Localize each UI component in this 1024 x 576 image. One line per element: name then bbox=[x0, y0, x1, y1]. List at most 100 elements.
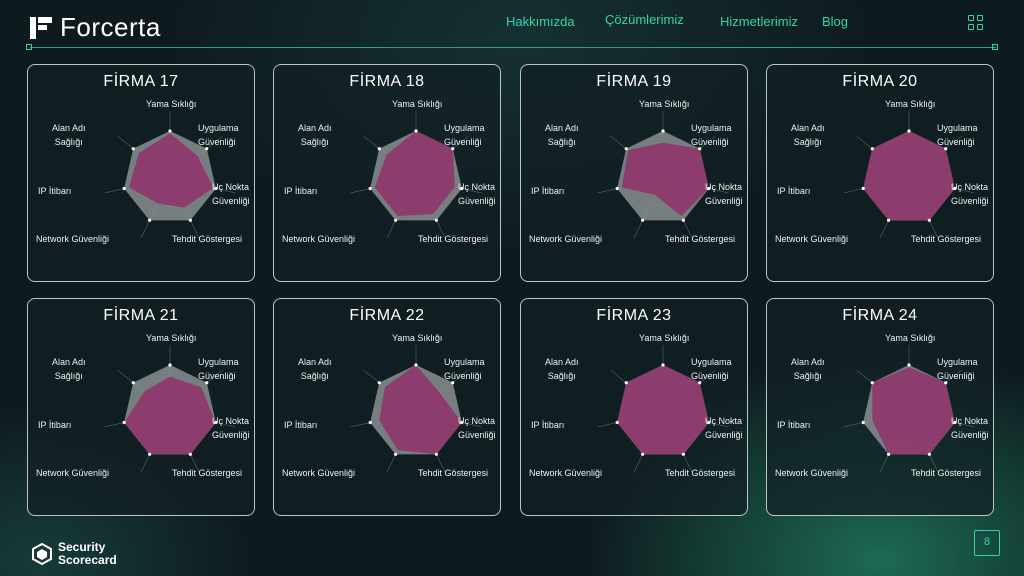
radar-vertex-point bbox=[122, 420, 126, 425]
radar-vertex-point bbox=[148, 218, 152, 222]
radar-vertex-point bbox=[131, 381, 135, 385]
radar-vertex-point bbox=[661, 363, 665, 367]
radar-axis-label-line: Güvenliği bbox=[444, 371, 482, 381]
radar-axis-label: Uç Nokta Güvenliği bbox=[458, 416, 496, 441]
footer-brand-line2: Scorecard bbox=[58, 553, 117, 567]
radar-axis-label: Yama Sıklığı bbox=[146, 99, 196, 110]
radar-vertex-point bbox=[131, 147, 135, 151]
radar-axis-label-line: Alan Adı bbox=[545, 357, 579, 367]
radar-axis-label: Yama Sıklığı bbox=[639, 99, 689, 110]
radar-axis-label-line: IP İtibarı bbox=[38, 186, 72, 196]
radar-axis-label: Tehdit Göstergesi bbox=[665, 468, 735, 479]
radar-axis-label-line: Network Güvenliği bbox=[775, 468, 849, 478]
radar-axis-label: Network Güvenliği bbox=[529, 468, 602, 479]
radar-axis-label-line: Güvenliği bbox=[705, 430, 743, 440]
radar-axis-label: Alan Adı Sağlığı bbox=[791, 357, 825, 382]
radar-axis-label-line: Yama Sıklığı bbox=[392, 333, 443, 343]
radar-axis-label-line: Tehdit Göstergesi bbox=[911, 468, 982, 478]
radar-vertex-point bbox=[907, 129, 911, 133]
radar-axis-label-line: Tehdit Göstergesi bbox=[172, 468, 243, 478]
radar-axis-label: Uç Nokta Güvenliği bbox=[212, 416, 250, 441]
radar-axis-label-line: Tehdit Göstergesi bbox=[665, 234, 736, 244]
radar-axis-label: IP İtibarı bbox=[284, 186, 317, 197]
radar-chart bbox=[104, 345, 236, 473]
radar-axis-label: Tehdit Göstergesi bbox=[172, 468, 242, 479]
radar-axis-label-line: Uygulama bbox=[691, 357, 732, 367]
radar-axis-label: Uç Nokta Güvenliği bbox=[705, 182, 743, 207]
nav-link-blog[interactable]: Blog bbox=[822, 14, 848, 29]
radar-axis-label: Tehdit Göstergesi bbox=[418, 234, 488, 245]
radar-axis-label: Network Güvenliği bbox=[775, 468, 848, 479]
radar-axis-label: Tehdit Göstergesi bbox=[911, 468, 981, 479]
radar-vertex-point bbox=[661, 129, 665, 133]
radar-vertex-point bbox=[887, 218, 891, 222]
radar-vertex-point bbox=[615, 186, 619, 191]
radar-axis-label: IP İtibarı bbox=[38, 186, 71, 197]
radar-axis-label-line: Sağlığı bbox=[547, 137, 576, 147]
radar-axis-label-line: Network Güvenliği bbox=[775, 234, 849, 244]
radar-axis-label: Uç Nokta Güvenliği bbox=[458, 182, 496, 207]
radar-card: FİRMA 18 Yama Sıklığı Uygulama Güvenliği Uç … bbox=[273, 64, 501, 282]
radar-chart bbox=[104, 111, 236, 239]
radar-axis-label-line: Alan Adı bbox=[298, 123, 332, 133]
radar-axis-label: Uygulama Güvenliği bbox=[198, 357, 239, 382]
radar-axis-label: Yama Sıklığı bbox=[885, 99, 935, 110]
radar-axis-label-line: Güvenliği bbox=[198, 137, 236, 147]
radar-vertex-point bbox=[927, 452, 931, 456]
radar-card: FİRMA 21 Yama Sıklığı Uygulama Güvenliği Uç … bbox=[27, 298, 255, 516]
radar-vertex-point bbox=[927, 218, 931, 222]
radar-axis-label: IP İtibarı bbox=[531, 420, 564, 431]
radar-axis-label: Alan Adı Sağlığı bbox=[52, 357, 86, 382]
radar-chart bbox=[843, 111, 975, 239]
nav-link-about[interactable]: Hakkımızda bbox=[506, 14, 575, 29]
radar-axis-label: Alan Adı Sağlığı bbox=[545, 357, 579, 382]
radar-axis-label: Uygulama Güvenliği bbox=[198, 123, 239, 148]
radar-axis-label: IP İtibarı bbox=[284, 420, 317, 431]
radar-chart bbox=[843, 345, 975, 473]
radar-axis-label-line: Güvenliği bbox=[458, 430, 496, 440]
radar-axis-label: Alan Adı Sağlığı bbox=[791, 123, 825, 148]
radar-axis-label-line: Network Güvenliği bbox=[36, 468, 110, 478]
header-divider bbox=[30, 47, 996, 48]
radar-axis-label-line: Güvenliği bbox=[212, 196, 250, 206]
radar-axis-label-line: Uç Nokta bbox=[705, 182, 743, 192]
radar-axis-label-line: Alan Adı bbox=[791, 357, 825, 367]
radar-vertex-point bbox=[368, 186, 372, 191]
radar-vertex-point bbox=[870, 381, 874, 385]
radar-axis-label-line: IP İtibarı bbox=[777, 420, 811, 430]
radar-axis-label-line: IP İtibarı bbox=[531, 420, 565, 430]
radar-axis-label-line: Sağlığı bbox=[793, 137, 822, 147]
radar-axis-label: Alan Adı Sağlığı bbox=[298, 357, 332, 382]
radar-axis-label: Uç Nokta Güvenliği bbox=[951, 182, 989, 207]
radar-axis-label-line: Sağlığı bbox=[300, 137, 329, 147]
radar-axis-label: Tehdit Göstergesi bbox=[418, 468, 488, 479]
radar-axis-label-line: Tehdit Göstergesi bbox=[665, 468, 736, 478]
radar-vertex-point bbox=[887, 452, 891, 456]
nav-link-solutions[interactable]: Çözümlerimiz bbox=[605, 12, 684, 27]
radar-axis-label: IP İtibarı bbox=[531, 186, 564, 197]
radar-axis-label: IP İtibarı bbox=[38, 420, 71, 431]
grid-icon[interactable] bbox=[968, 15, 984, 31]
radar-vertex-point bbox=[168, 129, 172, 133]
radar-axis-label-line: Alan Adı bbox=[791, 123, 825, 133]
radar-axis-label-line: Network Güvenliği bbox=[282, 234, 356, 244]
radar-axis-label-line: Güvenliği bbox=[691, 371, 729, 381]
radar-axis-label: Uç Nokta Güvenliği bbox=[212, 182, 250, 207]
radar-axis-label-line: IP İtibarı bbox=[38, 420, 72, 430]
radar-axis-label-line: Uygulama bbox=[937, 357, 978, 367]
radar-vertex-point bbox=[188, 218, 192, 222]
brand-logo[interactable]: Forcerta bbox=[30, 12, 161, 43]
radar-axis-label-line: Uygulama bbox=[691, 123, 732, 133]
radar-axis-label: Network Güvenliği bbox=[36, 234, 109, 245]
radar-axis-label-line: Uygulama bbox=[444, 357, 485, 367]
nav-link-services[interactable]: Hizmetlerimiz bbox=[720, 14, 798, 29]
radar-axis-label-line: Güvenliği bbox=[691, 137, 729, 147]
radar-axis-label-line: Yama Sıklığı bbox=[146, 99, 197, 109]
security-scorecard-logo: Security Scorecard bbox=[32, 541, 117, 567]
radar-axis-label-line: Uç Nokta bbox=[212, 182, 250, 192]
radar-axis-label-line: Uygulama bbox=[198, 123, 239, 133]
radar-axis-label-line: IP İtibarı bbox=[531, 186, 565, 196]
radar-axis-label: Uç Nokta Güvenliği bbox=[705, 416, 743, 441]
radar-vertex-point bbox=[870, 147, 874, 151]
radar-axis-label: Uygulama Güvenliği bbox=[691, 123, 732, 148]
